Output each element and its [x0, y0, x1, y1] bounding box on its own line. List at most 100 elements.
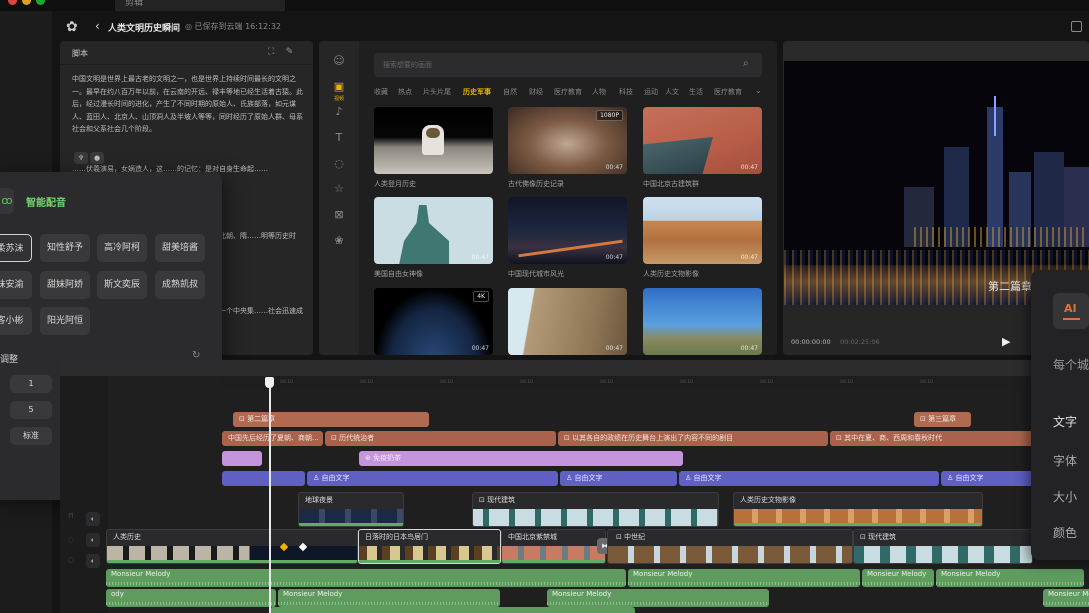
- visibility-icon[interactable]: ◌: [68, 556, 74, 564]
- emoji-icon[interactable]: ☺: [331, 53, 347, 69]
- text-icon[interactable]: T: [331, 130, 347, 146]
- visibility-icon[interactable]: ◌: [68, 536, 74, 544]
- subtitle-clip[interactable]: ⊡ 以其各自的政绩在历史舞台上演出了内容不同的剧目: [558, 431, 828, 446]
- effect-clip[interactable]: ⊛ 免疫奶茶: [359, 451, 683, 466]
- effect-clip[interactable]: [222, 451, 262, 466]
- material-search-input[interactable]: [374, 53, 762, 77]
- main-video-clip[interactable]: ⊡ 中世纪: [607, 529, 853, 564]
- main-video-clip[interactable]: 人类历史: [106, 529, 358, 564]
- category-tab[interactable]: 运动: [644, 87, 658, 97]
- speaker-icon[interactable]: 🔈︎: [86, 554, 100, 568]
- scan-icon[interactable]: ⛶: [268, 47, 274, 57]
- material-thumbnail[interactable]: 00:47: [508, 197, 627, 264]
- category-tab[interactable]: 自然: [503, 87, 517, 97]
- subtitle-icon: ⊡: [564, 434, 573, 442]
- play-button[interactable]: ▶: [1002, 335, 1010, 348]
- chapter-clip[interactable]: ⊡ 第二篇章: [233, 412, 429, 427]
- search-icon[interactable]: ⌕: [743, 58, 749, 69]
- subtitle-clip[interactable]: ⊡ 其中在夏、商、西周和春秋时代: [830, 431, 1040, 446]
- timeline-ruler[interactable]: 00:10 00:10 00:10 00:10 00:10 00:10 00:10 00:10…: [218, 376, 1089, 390]
- category-tab[interactable]: 收藏: [374, 87, 388, 97]
- audio-clip[interactable]: [270, 607, 635, 613]
- lock-icon[interactable]: ⊓: [68, 512, 73, 520]
- audio-icon[interactable]: ♪: [331, 104, 347, 120]
- speaker-icon[interactable]: 🔈︎: [86, 533, 100, 547]
- audio-clip[interactable]: Monsieur Melody: [106, 569, 626, 587]
- text-clip[interactable]: [222, 471, 305, 486]
- preview-video[interactable]: [784, 61, 1089, 305]
- audio-clip[interactable]: Monsieur Melody: [547, 589, 769, 607]
- audio-clip[interactable]: ody: [106, 589, 276, 607]
- category-tab[interactable]: 财经: [529, 87, 543, 97]
- material-thumbnail[interactable]: 00:47: [643, 288, 762, 355]
- voice-icon[interactable]: ✎: [286, 47, 294, 57]
- sticker-icon[interactable]: ◌: [331, 156, 347, 172]
- text-clip[interactable]: ♙ 自由文字: [307, 471, 558, 486]
- font-option[interactable]: 字体: [1053, 452, 1077, 469]
- material-thumbnail[interactable]: 4K 00:47: [374, 288, 493, 355]
- category-tab[interactable]: 人文: [665, 87, 679, 97]
- transition-icon[interactable]: ⊠: [331, 207, 347, 223]
- filter-icon[interactable]: ❀: [331, 233, 347, 249]
- category-tab[interactable]: 热点: [398, 87, 412, 97]
- script-paragraph[interactable]: 中国文明是世界上最古老的文明之一，也是世界上持续时间最长的文明之一。最早在约八百…: [72, 73, 304, 136]
- audio-clip[interactable]: Monsieur Melody: [278, 589, 500, 607]
- audio-clip[interactable]: Monsieur Melody: [628, 569, 860, 587]
- chapter-clip[interactable]: ⊡ 第三篇章: [914, 412, 971, 427]
- voice-option[interactable]: 成熟凯叔: [155, 271, 205, 299]
- category-tab[interactable]: 人物: [592, 87, 606, 97]
- window-tab[interactable]: 剪辑: [115, 0, 285, 11]
- material-thumbnail[interactable]: 00:47: [508, 288, 627, 355]
- material-thumbnail[interactable]: 1080P 00:47: [508, 107, 627, 174]
- playhead[interactable]: [269, 378, 271, 613]
- video-icon: ⊡: [860, 533, 869, 541]
- text-clip[interactable]: ♙ 自由文字: [560, 471, 677, 486]
- voice-option[interactable]: 甜妹阿娇: [40, 271, 90, 299]
- text-clip[interactable]: ♙ 自由文字: [941, 471, 1041, 486]
- chevron-down-icon[interactable]: ⌄: [755, 86, 762, 95]
- main-video-clip-selected[interactable]: 日落时的日本鸟居门: [358, 529, 501, 564]
- audio-clip[interactable]: Monsieur Melody: [1043, 589, 1089, 607]
- material-thumbnail[interactable]: [374, 107, 493, 174]
- effects-icon[interactable]: ☆: [331, 181, 347, 197]
- audio-clip[interactable]: Monsieur Melody: [936, 569, 1084, 587]
- voice-option[interactable]: 高冷阿柯: [97, 234, 147, 262]
- category-tab[interactable]: 医疗教育: [714, 87, 742, 97]
- size-option[interactable]: 大小: [1053, 488, 1077, 505]
- category-tab[interactable]: 片头片尾: [423, 87, 451, 97]
- overlay-video-clip[interactable]: 地球夜景: [298, 492, 404, 527]
- voice-option[interactable]: 客小彬: [0, 307, 32, 335]
- text-tab[interactable]: 文字: [1053, 413, 1077, 430]
- overlay-video-clip[interactable]: 人类历史文物影像: [733, 492, 983, 527]
- category-tab[interactable]: 科技: [619, 87, 633, 97]
- audio-clip[interactable]: Monsieur Melody: [862, 569, 934, 587]
- subtitle-clip[interactable]: 中国先后经历了夏朝、商朝...: [222, 431, 323, 446]
- voice-option[interactable]: 知性舒予: [40, 234, 90, 262]
- main-video-clip[interactable]: 中国北京紫禁城: [501, 529, 606, 564]
- video-materials-icon[interactable]: ▣: [331, 79, 347, 95]
- subtitle-clip[interactable]: ⊡ 历代统治者: [325, 431, 556, 446]
- category-tab[interactable]: 生活: [689, 87, 703, 97]
- text-clip[interactable]: ♙ 自由文字: [679, 471, 939, 486]
- playhead-handle[interactable]: [265, 377, 274, 388]
- color-option[interactable]: 颜色: [1053, 524, 1077, 541]
- voice-option[interactable]: 甜美培酱: [155, 234, 205, 262]
- speed-value[interactable]: 1: [10, 375, 52, 393]
- clip-label: ody: [111, 590, 124, 598]
- category-tab[interactable]: 医疗教育: [554, 87, 582, 97]
- category-tab[interactable]: 历史军事: [463, 87, 491, 97]
- back-button[interactable]: ‹: [95, 19, 100, 33]
- pitch-value[interactable]: 5: [10, 401, 52, 419]
- main-video-clip[interactable]: ⊡ 现代建筑: [853, 529, 1033, 564]
- voice-option[interactable]: 阳光阿恒: [40, 307, 90, 335]
- voice-option[interactable]: 柔苏沫: [0, 234, 32, 262]
- voice-option[interactable]: 斯文奕辰: [97, 271, 147, 299]
- speaker-icon[interactable]: 🔈︎: [86, 512, 100, 526]
- material-thumbnail[interactable]: 00:47: [643, 197, 762, 264]
- emotion-value[interactable]: 标准: [10, 427, 52, 445]
- overlay-video-clip[interactable]: ⊡ 现代建筑: [472, 492, 719, 527]
- export-icon[interactable]: [1071, 21, 1082, 32]
- voice-option[interactable]: 妹安渝: [0, 271, 32, 299]
- material-thumbnail[interactable]: 00:47: [374, 197, 493, 264]
- material-thumbnail[interactable]: 00:47: [643, 107, 762, 174]
